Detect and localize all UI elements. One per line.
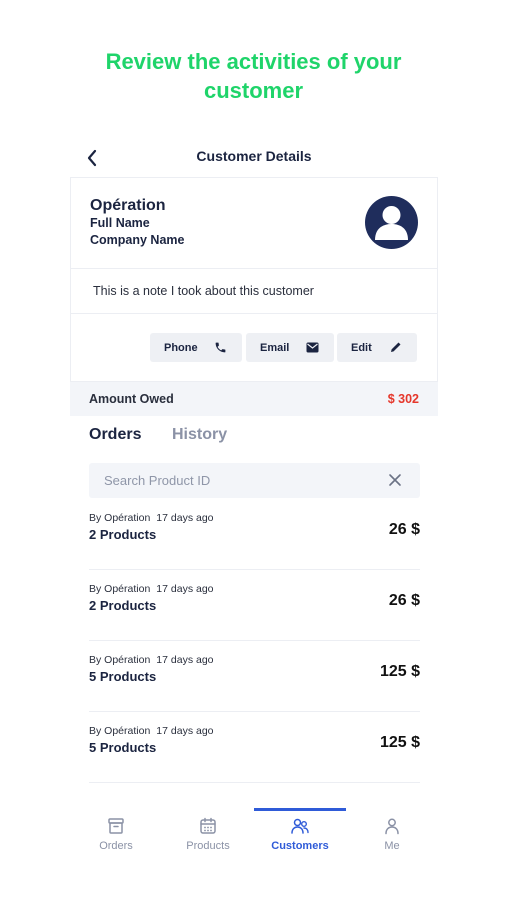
- nav-bar: Customer Details: [70, 140, 438, 176]
- phone-button-label: Phone: [164, 341, 198, 354]
- order-author: By Opération: [89, 512, 151, 524]
- amount-owed-label: Amount Owed: [89, 392, 174, 406]
- order-product-count: 5 Products: [89, 740, 157, 755]
- search-input[interactable]: [89, 463, 379, 498]
- order-price: 125 $: [379, 663, 420, 680]
- tab-orders[interactable]: Orders: [89, 426, 141, 444]
- order-row[interactable]: By Opération 17 days ago 2 Products 26 $: [89, 499, 420, 570]
- order-date: 17 days ago: [156, 512, 214, 524]
- order-date: 17 days ago: [156, 654, 214, 666]
- avatar: [365, 196, 418, 249]
- order-author: By Opération: [89, 654, 151, 666]
- order-meta: By Opération 17 days ago: [89, 583, 214, 595]
- promo-headline: Review the activities of your customer: [0, 47, 507, 105]
- tabbar-label: Products: [186, 840, 230, 852]
- order-price: 26 $: [388, 521, 420, 538]
- search-bar: [89, 463, 420, 498]
- tabbar-item-customers[interactable]: Customers: [254, 808, 346, 858]
- users-icon: [291, 818, 309, 834]
- order-row[interactable]: By Opération 17 days ago 5 Products 125 $: [89, 712, 420, 783]
- order-meta: By Opération 17 days ago: [89, 725, 214, 737]
- customer-full-name: Full Name: [90, 216, 150, 230]
- person-avatar-icon: [375, 206, 408, 240]
- customer-company: Company Name: [90, 233, 185, 247]
- customer-name: Opération: [90, 197, 166, 214]
- promo-headline-line1: Review the activities of your: [105, 49, 402, 74]
- tab-history[interactable]: History: [172, 426, 227, 444]
- pencil-icon: [391, 342, 401, 352]
- order-author: By Opération: [89, 583, 151, 595]
- order-meta: By Opération 17 days ago: [89, 512, 214, 524]
- amount-owed-bar: Amount Owed $ 302: [70, 382, 438, 416]
- customer-note: This is a note I took about this custome…: [93, 284, 314, 298]
- envelope-icon: [306, 342, 319, 353]
- tabbar-item-orders[interactable]: Orders: [70, 808, 162, 858]
- order-price: 125 $: [379, 734, 420, 751]
- email-button-label: Email: [260, 341, 290, 354]
- divider: [71, 313, 437, 314]
- order-author: By Opération: [89, 725, 151, 737]
- user-icon: [385, 818, 399, 835]
- phone-button[interactable]: Phone: [150, 333, 242, 362]
- tabbar-item-me[interactable]: Me: [346, 808, 438, 858]
- close-icon[interactable]: [388, 473, 402, 487]
- tabbar-label: Customers: [271, 840, 329, 852]
- order-product-count: 2 Products: [89, 598, 157, 613]
- edit-button[interactable]: Edit: [337, 333, 417, 362]
- customer-card: Opération Full Name Company Name This is…: [70, 177, 438, 382]
- order-product-count: 2 Products: [89, 527, 157, 542]
- archive-box-icon: [108, 818, 124, 834]
- promo-headline-line2: customer: [203, 78, 304, 103]
- order-row[interactable]: By Opération 17 days ago 2 Products 26 $: [89, 570, 420, 641]
- order-date: 17 days ago: [156, 583, 214, 595]
- bottom-tab-bar: Orders Products Customers Me: [70, 808, 438, 858]
- amount-owed-value: $ 302: [387, 392, 419, 406]
- order-price: 26 $: [388, 592, 420, 609]
- tabbar-label: Me: [384, 840, 400, 852]
- calendar-icon: [200, 817, 216, 834]
- order-meta: By Opération 17 days ago: [89, 654, 214, 666]
- tabbar-label: Orders: [99, 840, 133, 852]
- order-product-count: 5 Products: [89, 669, 157, 684]
- page-title: Customer Details: [196, 148, 312, 164]
- order-date: 17 days ago: [156, 725, 214, 737]
- email-button[interactable]: Email: [246, 333, 334, 362]
- edit-button-label: Edit: [351, 341, 372, 354]
- order-row[interactable]: By Opération 17 days ago 5 Products 125 $: [89, 641, 420, 712]
- tabbar-item-products[interactable]: Products: [162, 808, 254, 858]
- phone-icon: [215, 342, 226, 353]
- divider: [71, 268, 437, 269]
